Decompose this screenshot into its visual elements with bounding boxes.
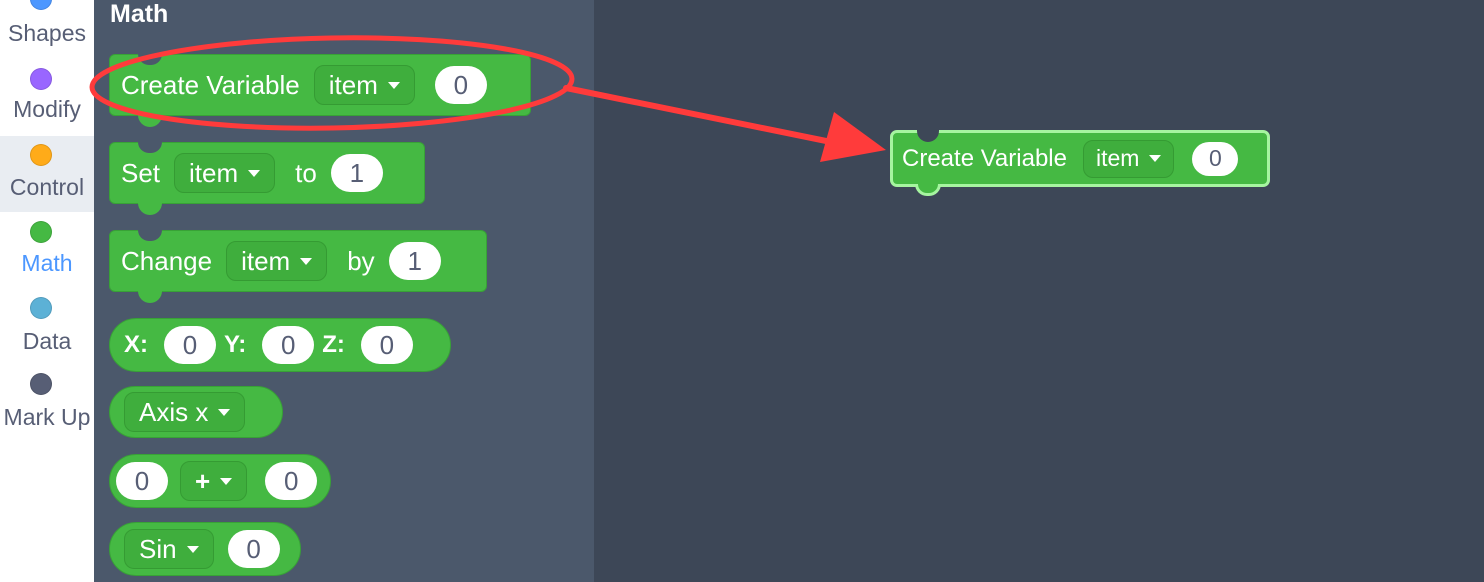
dropdown-value: + (195, 465, 211, 496)
block-notch (138, 142, 162, 153)
category-modify[interactable]: Modify (0, 60, 94, 136)
category-label: Modify (13, 96, 81, 122)
value-input[interactable]: 0 (434, 66, 487, 104)
block-notch (138, 230, 162, 241)
modify-color-dot (30, 68, 52, 90)
shapes-color-dot (30, 0, 52, 10)
block-notch (138, 54, 162, 65)
x-input[interactable]: 0 (164, 326, 216, 364)
category-label: Control (9, 174, 85, 200)
block-palette: Math Create Variable item 0 Set item to … (94, 0, 594, 582)
dropdown-value: item (328, 69, 378, 100)
value-input[interactable]: 0 (227, 530, 280, 568)
category-label: Math (21, 250, 73, 276)
dropdown-value: Sin (139, 533, 177, 564)
block-bump (915, 184, 941, 196)
set-variable-block[interactable]: Set item to 1 (109, 142, 425, 215)
z-label: Z: (322, 331, 345, 358)
chevron-down-icon (387, 81, 400, 89)
data-color-dot (30, 297, 52, 319)
block-bump (138, 115, 162, 127)
category-mark-up[interactable]: Mark Up (0, 364, 94, 440)
math-color-dot (30, 221, 52, 243)
chevron-down-icon (1149, 155, 1162, 162)
z-input[interactable]: 0 (360, 326, 413, 364)
y-label: Y: (224, 331, 247, 358)
value-input[interactable]: 0 (1192, 141, 1239, 176)
block-label: Create Variable (902, 144, 1067, 172)
axis-block[interactable]: Axis x (109, 386, 283, 438)
block-bump (138, 203, 162, 215)
create-variable-block[interactable]: Create Variable item 0 (109, 54, 531, 127)
block-label: Create Variable (121, 69, 300, 100)
category-label: Data (22, 328, 72, 354)
category-math[interactable]: Math (0, 212, 94, 288)
variable-dropdown[interactable]: item (226, 241, 328, 281)
y-input[interactable]: 0 (262, 326, 315, 364)
left-operand-input[interactable]: 0 (116, 462, 168, 500)
control-color-dot (30, 144, 52, 166)
block-label: Set (121, 157, 161, 188)
trig-block[interactable]: Sin 0 (109, 522, 301, 576)
workspace-create-variable-block[interactable]: Create Variable item 0 (890, 130, 1270, 196)
variable-dropdown[interactable]: item (1082, 139, 1175, 178)
chevron-down-icon (220, 477, 233, 485)
change-variable-block[interactable]: Change item by 1 (109, 230, 487, 303)
mark-up-color-dot (30, 373, 52, 395)
dropdown-value: item (189, 157, 239, 188)
operator-dropdown[interactable]: + (180, 461, 248, 501)
variable-dropdown[interactable]: item (174, 153, 276, 193)
category-shapes[interactable]: Shapes (0, 0, 94, 48)
category-control[interactable]: Control (0, 136, 94, 212)
chevron-down-icon (218, 408, 231, 416)
dropdown-value: item (241, 245, 291, 276)
dropdown-value: Axis x (139, 396, 209, 427)
block-notch (917, 130, 939, 142)
category-label: Mark Up (3, 404, 91, 430)
right-operand-input[interactable]: 0 (265, 462, 318, 500)
category-sidebar: Shapes Modify Control Math Data Mark Up (0, 0, 94, 582)
block-connector-label: by (347, 245, 375, 276)
block-connector-label: to (295, 157, 317, 188)
chevron-down-icon (300, 257, 313, 265)
palette-title: Math (110, 0, 169, 28)
chevron-down-icon (248, 169, 261, 177)
dropdown-value: item (1095, 145, 1140, 171)
value-input[interactable]: 1 (330, 154, 383, 192)
chevron-down-icon (186, 545, 199, 553)
category-label: Shapes (7, 20, 86, 46)
value-input[interactable]: 1 (388, 242, 441, 280)
function-dropdown[interactable]: Sin (124, 529, 214, 569)
arithmetic-block[interactable]: 0 + 0 (109, 454, 331, 508)
x-label: X: (124, 331, 148, 358)
block-bump (138, 291, 162, 303)
category-data[interactable]: Data (0, 288, 94, 364)
variable-dropdown[interactable]: item (313, 65, 415, 105)
block-label: Change (121, 245, 213, 276)
code-workspace[interactable]: Create Variable item 0 (594, 0, 1484, 582)
xyz-vector-block[interactable]: X: 0 Y: 0 Z: 0 (109, 318, 451, 372)
axis-dropdown[interactable]: Axis x (124, 392, 246, 432)
